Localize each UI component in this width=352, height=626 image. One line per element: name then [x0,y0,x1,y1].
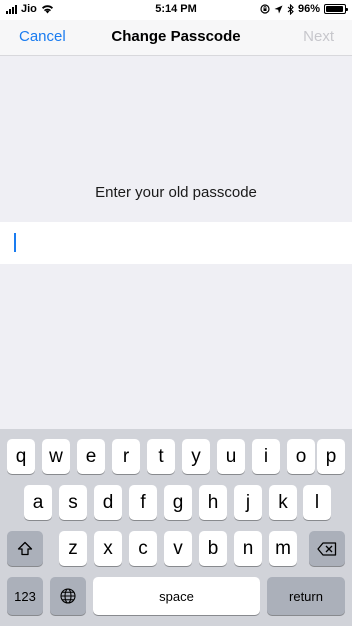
key-m[interactable]: m [269,531,297,566]
delete-key[interactable] [309,531,345,566]
location-icon [274,5,283,13]
key-v[interactable]: v [164,531,192,566]
status-right: 96% [260,3,348,15]
key-c[interactable]: c [129,531,157,566]
page-title: Change Passcode [111,28,241,45]
delete-icon [317,541,337,556]
battery-icon [324,4,348,14]
passcode-input[interactable] [0,222,352,264]
key-f[interactable]: f [129,485,157,520]
keyboard: q w e r t y u i o p a s d f g h j k l z … [0,429,352,626]
key-w[interactable]: w [42,439,70,474]
key-o[interactable]: o [287,439,315,474]
globe-key[interactable] [50,577,86,615]
key-x[interactable]: x [94,531,122,566]
key-h[interactable]: h [199,485,227,520]
return-key[interactable]: return [267,577,345,615]
next-button[interactable]: Next [303,28,334,45]
numbers-key[interactable]: 123 [7,577,43,615]
bluetooth-icon [287,3,294,15]
text-caret [14,233,16,252]
orientation-lock-icon [260,4,270,14]
key-u[interactable]: u [217,439,245,474]
key-g[interactable]: g [164,485,192,520]
key-n[interactable]: n [234,531,262,566]
key-e[interactable]: e [77,439,105,474]
space-key[interactable]: space [93,577,260,615]
key-s[interactable]: s [59,485,87,520]
key-y[interactable]: y [182,439,210,474]
status-bar: Jio 5:14 PM 96% [0,0,352,20]
navigation-bar: Cancel Change Passcode Next [0,20,352,56]
key-d[interactable]: d [94,485,122,520]
shift-key[interactable] [7,531,43,566]
key-q[interactable]: q [7,439,35,474]
key-l[interactable]: l [303,485,331,520]
key-k[interactable]: k [269,485,297,520]
key-b[interactable]: b [199,531,227,566]
key-p[interactable]: p [317,439,345,474]
key-t[interactable]: t [147,439,175,474]
passcode-prompt: Enter your old passcode [95,184,257,201]
shift-icon [17,541,33,556]
key-z[interactable]: z [59,531,87,566]
key-a[interactable]: a [24,485,52,520]
key-r[interactable]: r [112,439,140,474]
globe-icon [60,588,76,604]
battery-fill [326,6,344,12]
key-j[interactable]: j [234,485,262,520]
battery-percent: 96% [297,3,320,15]
key-i[interactable]: i [252,439,280,474]
